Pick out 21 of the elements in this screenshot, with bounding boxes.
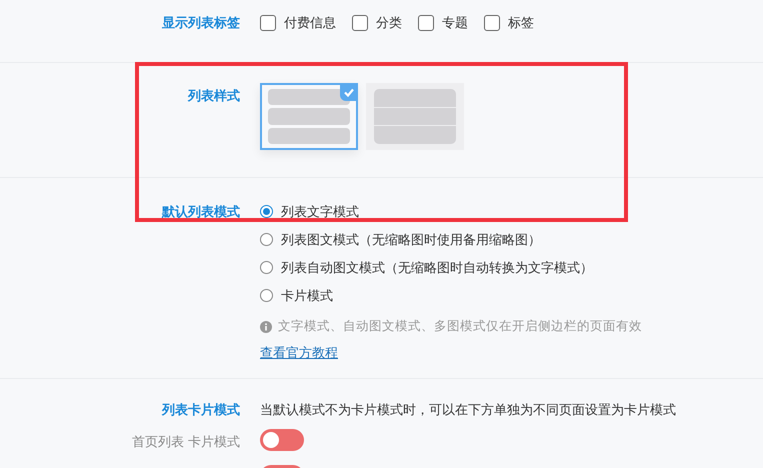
tutorial-link[interactable]: 查看官方教程 <box>260 344 338 362</box>
toggle-switch[interactable] <box>260 429 304 451</box>
list-style-option[interactable] <box>260 83 358 150</box>
checkbox-option[interactable]: 专题 <box>418 14 468 32</box>
list-style-option[interactable] <box>366 83 464 150</box>
toggle-label: 首页列表 卡片模式 <box>132 434 240 451</box>
radio-option[interactable]: 卡片模式 <box>260 286 763 305</box>
check-icon <box>340 83 358 101</box>
radio-option[interactable]: 列表自动图文模式（无缩略图时自动转换为文字模式） <box>260 258 763 277</box>
setting-label: 显示列表标签 <box>162 15 240 32</box>
setting-label: 默认列表模式 <box>162 204 240 222</box>
info-icon <box>260 320 272 332</box>
setting-label: 列表样式 <box>188 88 240 106</box>
description-text: 当默认模式不为卡片模式时，可以在下方单独为不同页面设置为卡片模式 <box>260 402 677 419</box>
checkbox-option[interactable]: 分类 <box>352 14 402 32</box>
checkbox-option[interactable]: 付费信息 <box>260 14 336 32</box>
setting-label: 列表卡片模式 <box>162 402 240 419</box>
hint-text: 文字模式、自动图文模式、多图模式仅在开启侧边栏的页面有效 <box>278 318 642 335</box>
radio-option[interactable]: 列表文字模式 <box>260 202 763 221</box>
radio-option[interactable]: 列表图文模式（无缩略图时使用备用缩略图） <box>260 230 763 249</box>
checkbox-option[interactable]: 标签 <box>484 14 534 32</box>
